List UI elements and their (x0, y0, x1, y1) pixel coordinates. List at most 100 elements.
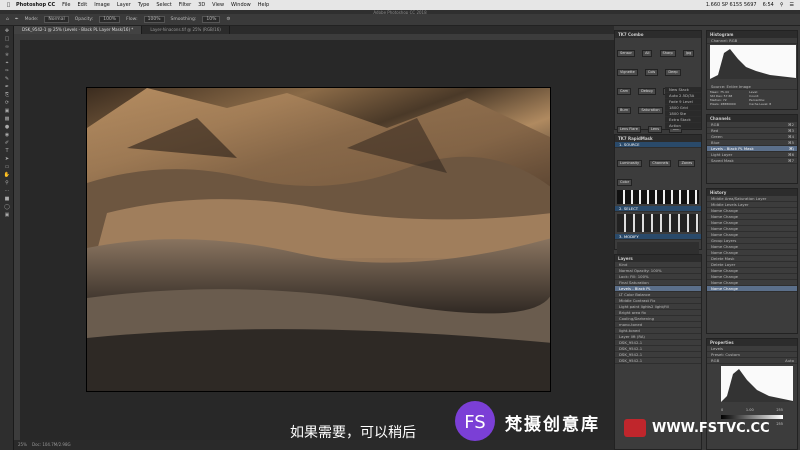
tab-document-main[interactable]: DSK_9542-1 @ 25% (Levels - Black PL Laye… (14, 26, 143, 34)
rapidmask-modify-controls[interactable] (617, 242, 699, 254)
tk7-combo-title: TK7 Combo (615, 31, 701, 38)
brush-tool-icon-left[interactable]: ✒ (2, 84, 12, 90)
document-image[interactable] (86, 87, 551, 392)
tk7-button-sensor[interactable]: Sensor (617, 50, 635, 57)
tk7-button-saturation[interactable]: Saturation (638, 107, 663, 114)
tk7-button-cols[interactable]: Cols (644, 69, 659, 76)
layers-opacity-value[interactable]: 100% (651, 268, 662, 273)
smoothing-label: Smoothing: (170, 17, 197, 22)
levels-output-white[interactable]: 255 (776, 422, 783, 426)
menu-help[interactable]: Help (258, 2, 269, 8)
properties-preset-select[interactable]: Custom (725, 352, 740, 357)
menu-select[interactable]: Select (156, 2, 171, 8)
search-icon[interactable]: ⚲ (780, 2, 784, 8)
tk7-button-jpg[interactable]: Jpg (682, 50, 695, 57)
hand-tool-icon[interactable]: ✋ (2, 172, 12, 178)
pen-tool-icon[interactable]: ✐ (2, 140, 12, 146)
dodge-tool-icon[interactable]: ◉ (2, 132, 12, 138)
properties-channel-select[interactable]: RGB (711, 358, 719, 363)
opacity-field[interactable]: 100% (99, 16, 121, 23)
rapidmask-tab-color[interactable]: Color (617, 179, 633, 186)
move-tool-icon[interactable]: ✥ (2, 28, 12, 34)
tk7-button-vignette[interactable]: Vignette (617, 69, 638, 76)
tk7-button-sharp[interactable]: Sharp (659, 50, 676, 57)
crop-tool-icon[interactable]: ⌖ (2, 60, 12, 66)
menu-layer[interactable]: Layer (117, 2, 131, 8)
menu-app-name[interactable]: Photoshop CC (16, 2, 55, 8)
menu-window[interactable]: Window (231, 2, 251, 8)
screen-mode-icon[interactable]: ▣ (2, 212, 12, 218)
levels-input-white[interactable]: 255 (776, 408, 783, 412)
clock: 6:54 (762, 2, 774, 8)
layer-row[interactable]: DSK_9542-1 (615, 358, 701, 364)
tk7-button-lens[interactable]: Lens (647, 126, 663, 133)
tk7-button-cam[interactable]: Cam (617, 88, 631, 95)
tk7-button-all[interactable]: All (642, 50, 653, 57)
history-item[interactable]: Name Change (707, 286, 797, 292)
rapidmask-tab-luminosity[interactable]: Luminosity (617, 160, 643, 167)
layers-blend-mode[interactable]: Normal (619, 268, 633, 273)
opacity-label: Opacity: (74, 17, 94, 22)
menu-type[interactable]: Type (138, 2, 149, 8)
histogram-graph (710, 45, 796, 79)
menu-edit[interactable]: Edit (78, 2, 88, 8)
stamp-tool-icon[interactable]: ⎘ (2, 92, 12, 98)
type-tool-icon[interactable]: T (2, 148, 12, 154)
apple-icon[interactable]:  (7, 2, 10, 8)
histogram-source-select[interactable]: Entire Image (727, 84, 751, 89)
shape-tool-icon[interactable]: ▭ (2, 164, 12, 170)
healing-tool-icon[interactable]: ✎ (2, 76, 12, 82)
levels-input-black[interactable]: 0 (721, 408, 723, 412)
quick-mask-icon[interactable]: ◯ (2, 204, 12, 210)
tools-panel: ✥ □ ∞ ✯ ⌖ ✑ ✎ ✒ ⎘ ⟳ ▣ ▩ ● ◉ ✐ T ➤ ▭ ✋ ⚲ … (0, 26, 14, 450)
eraser-tool-icon[interactable]: ▣ (2, 108, 12, 114)
marquee-tool-icon[interactable]: □ (2, 36, 12, 42)
rapidmask-select-strip[interactable] (617, 214, 699, 232)
menu-image[interactable]: Image (94, 2, 110, 8)
rapidmask-title: TK7 RapidMask (615, 135, 701, 142)
tk7-button-lens-flare[interactable]: Lens Flare (617, 126, 641, 133)
layers-opacity-label: Opacity: (633, 268, 650, 273)
path-select-icon[interactable]: ➤ (2, 156, 12, 162)
color-swatches-icon[interactable]: ■ (2, 196, 12, 202)
tk7-button-deep[interactable]: Deep (665, 69, 681, 76)
layers-fill-value[interactable]: 100% (638, 274, 649, 279)
watermark-logo-icon: FS (455, 401, 495, 441)
histogram-stat: Cache Level: 8 (749, 102, 772, 106)
more-tools-icon[interactable]: ⋯ (2, 188, 12, 194)
tk7-button-burn[interactable]: Burn (617, 107, 632, 114)
gear-icon[interactable]: ⚙ (226, 17, 230, 22)
brush-tool-icon[interactable]: ✒ (15, 17, 19, 22)
eyedropper-tool-icon[interactable]: ✑ (2, 68, 12, 74)
history-brush-icon[interactable]: ⟳ (2, 100, 12, 106)
tk7-button-debug[interactable]: Debug (638, 88, 656, 95)
gradient-tool-icon[interactable]: ▩ (2, 116, 12, 122)
menu-filter[interactable]: Filter (179, 2, 191, 8)
mode-select[interactable]: Normal (44, 16, 69, 23)
menu-3d[interactable]: 3D (198, 2, 205, 8)
channel-row-saved-mask[interactable]: Saved Mask ⌘7 (707, 158, 797, 164)
menu-file[interactable]: File (62, 2, 70, 8)
smoothing-field[interactable]: 10% (202, 16, 221, 23)
rapidmask-select[interactable]: 2. SELECT (615, 206, 701, 212)
menu-list-icon[interactable]: ☰ (790, 2, 794, 8)
history-panel: History Middle Area/Saturation Layer Mid… (706, 188, 798, 334)
quick-select-tool-icon[interactable]: ✯ (2, 52, 12, 58)
flow-field[interactable]: 100% (143, 16, 165, 23)
levels-output-slider[interactable] (721, 415, 783, 419)
tk7-list-item[interactable]: Action (665, 123, 701, 129)
rapidmask-tab-zones[interactable]: Zones (678, 160, 696, 167)
properties-auto-button[interactable]: Auto (785, 358, 794, 363)
menu-view[interactable]: View (212, 2, 224, 8)
home-icon[interactable]: ⌂ (6, 17, 9, 22)
rapidmask-zone-strip[interactable] (617, 190, 699, 204)
rapidmask-modify[interactable]: 3. MODIFY (615, 234, 701, 240)
levels-input-gamma[interactable]: 1.00 (746, 408, 754, 412)
tab-document-second[interactable]: Layer-hinacons.tif @ 25% (RGB/16) (142, 26, 230, 34)
rapidmask-tab-channels[interactable]: Channels (649, 160, 672, 167)
zoom-tool-icon[interactable]: ⚲ (2, 180, 12, 186)
zoom-level[interactable]: 25% (18, 442, 27, 447)
lasso-tool-icon[interactable]: ∞ (2, 44, 12, 50)
blur-tool-icon[interactable]: ● (2, 124, 12, 130)
histogram-channel-select[interactable]: RGB (729, 38, 737, 43)
